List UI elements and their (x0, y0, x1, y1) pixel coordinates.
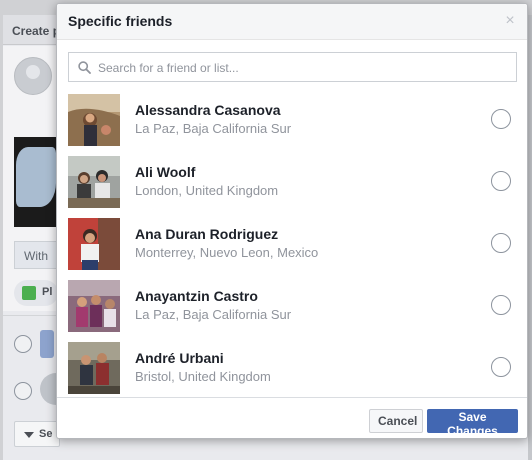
save-changes-button[interactable]: Save Changes (427, 409, 518, 438)
photo-button-label: Pl (42, 286, 53, 298)
friend-row[interactable]: André Urbani Bristol, United Kingdom (57, 340, 527, 397)
search-input[interactable] (98, 58, 508, 77)
friend-location: La Paz, Baja California Sur (135, 307, 292, 322)
friend-row[interactable]: Ali Woolf London, United Kingdom (57, 154, 527, 216)
page-edge (528, 15, 532, 460)
friend-row[interactable]: Ana Duran Rodriguez Monterrey, Nuevo Leo… (57, 216, 527, 278)
friend-avatar (68, 280, 120, 332)
friend-row[interactable]: Alessandra Casanova La Paz, Baja Califor… (57, 92, 527, 154)
friend-row[interactable]: Anayantzin Castro La Paz, Baja Californi… (57, 278, 527, 340)
with-tag-field: With (14, 241, 58, 269)
dialog-header: Specific friends × (57, 4, 527, 40)
friend-avatar (68, 218, 120, 270)
search-field[interactable] (68, 52, 517, 82)
friend-name: Alessandra Casanova (135, 102, 281, 118)
friend-avatar (68, 94, 120, 146)
friend-select-radio[interactable] (491, 171, 511, 191)
friend-location: Monterrey, Nuevo Leon, Mexico (135, 245, 319, 260)
friend-name: Anayantzin Castro (135, 288, 258, 304)
friend-avatar (68, 342, 120, 394)
friend-select-radio[interactable] (491, 357, 511, 377)
friend-name: Ana Duran Rodriguez (135, 226, 279, 242)
friend-location: Bristol, United Kingdom (135, 369, 271, 384)
attached-photo (14, 137, 56, 227)
specific-friends-dialog: Specific friends × Alessandr (56, 3, 528, 439)
friend-location: La Paz, Baja California Sur (135, 121, 292, 136)
composer-title: Create p (12, 24, 61, 38)
audience-radio-1 (14, 335, 32, 353)
search-icon (78, 61, 91, 74)
photo-icon (22, 286, 36, 300)
friend-name: André Urbani (135, 350, 224, 366)
friend-select-radio[interactable] (491, 109, 511, 129)
friend-location: London, United Kingdom (135, 183, 279, 198)
with-label: With (24, 249, 48, 263)
audience-select-label: Se (39, 428, 53, 440)
friend-avatar (68, 156, 120, 208)
friend-select-radio[interactable] (491, 295, 511, 315)
dialog-footer: Cancel Save Changes (57, 400, 527, 440)
close-icon[interactable]: × (502, 12, 518, 30)
feed-icon (40, 330, 54, 358)
audience-select: Se (14, 421, 60, 447)
profile-avatar (14, 57, 52, 95)
friend-name: Ali Woolf (135, 164, 196, 180)
friend-select-radio[interactable] (491, 233, 511, 253)
dialog-title: Specific friends (68, 13, 173, 29)
photo-video-button: Pl (14, 280, 58, 306)
friend-list: Alessandra Casanova La Paz, Baja Califor… (57, 90, 527, 398)
audience-radio-2 (14, 382, 32, 400)
cancel-button[interactable]: Cancel (369, 409, 423, 433)
